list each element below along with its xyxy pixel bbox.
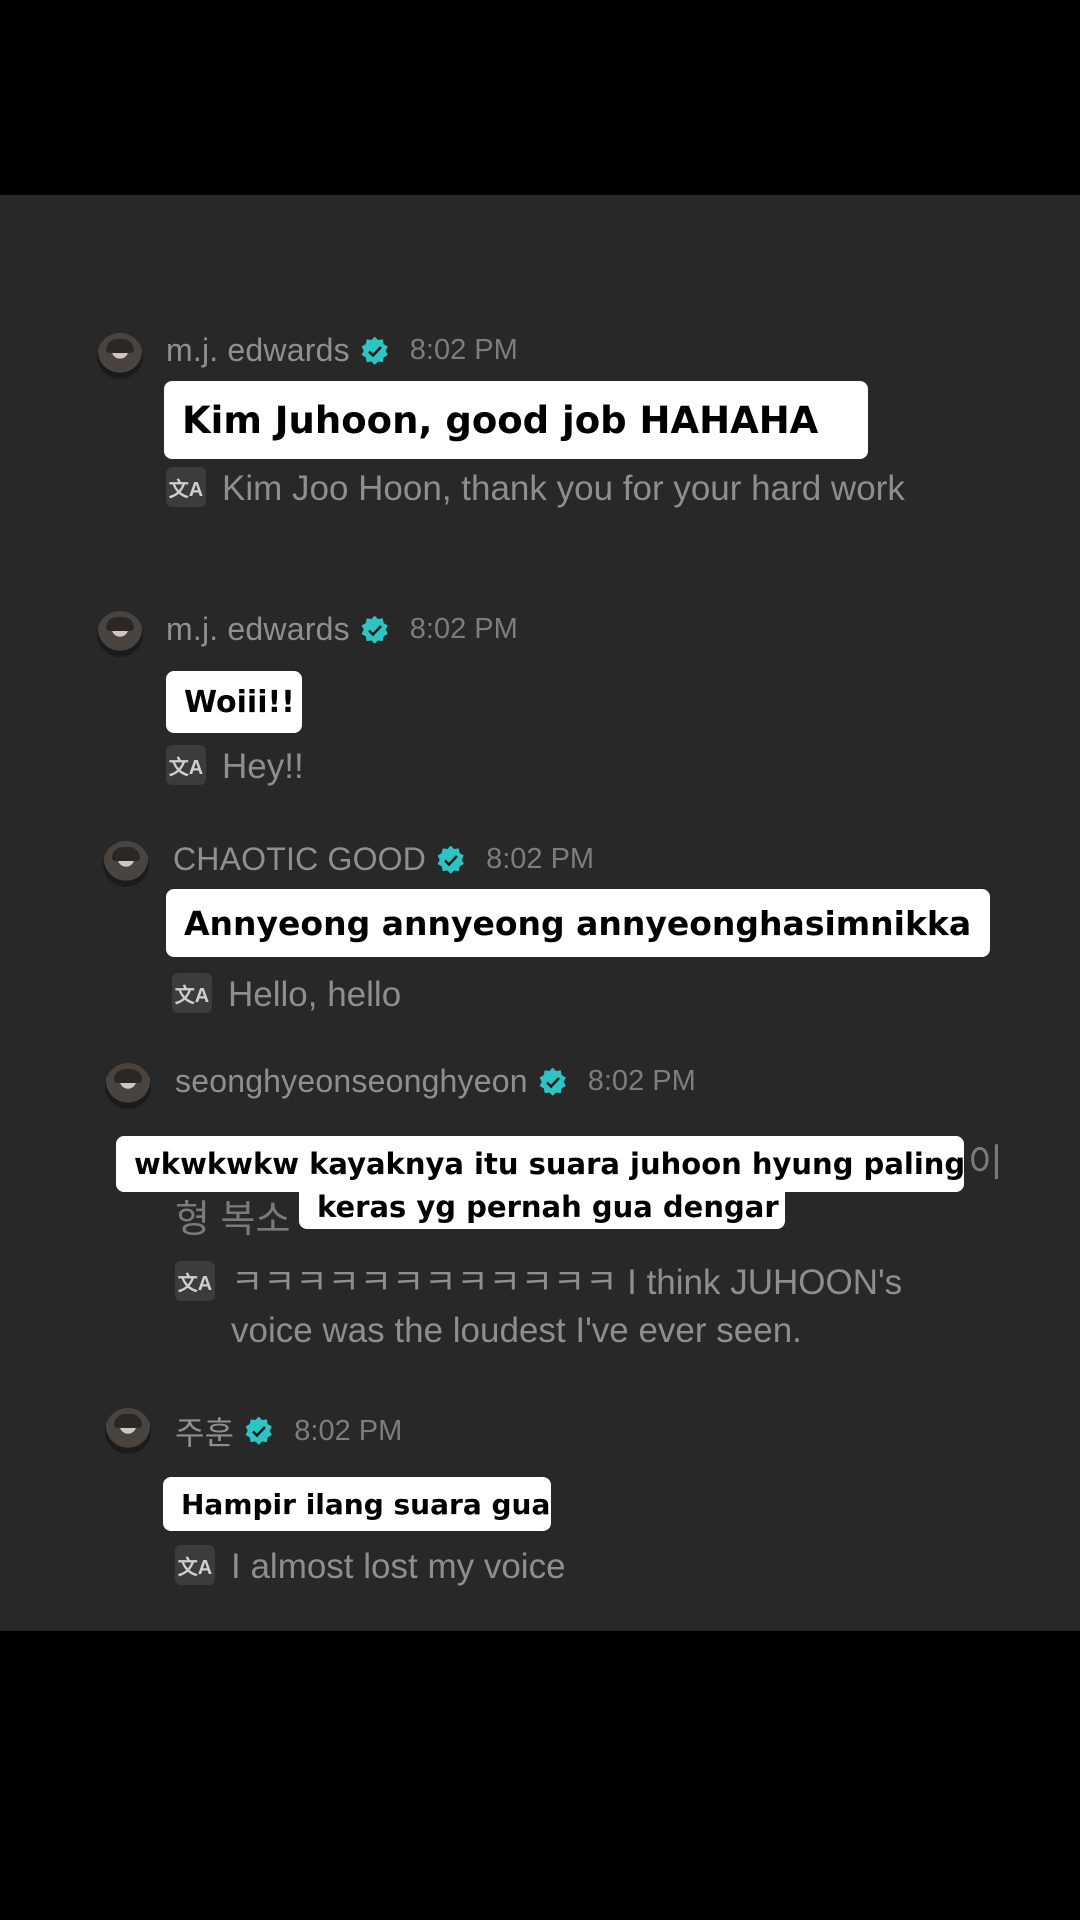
username[interactable]: 주훈 [175,1408,234,1454]
translated-text: ㅋㅋㅋㅋㅋㅋㅋㅋㅋㅋㅋㅋ I think JUHOON's voice was … [231,1263,903,1350]
avatar[interactable] [97,333,143,379]
translated-text: Hello, hello [228,975,402,1014]
subtitle-caption: Kim Juhoon, good job HAHAHA [164,381,868,459]
chat-screen: m.j. edwards 8:02 PM Kim Juhoon, good jo… [0,195,1080,1631]
timestamp: 8:02 PM [587,1065,696,1097]
username[interactable]: seonghyeonseonghyeon [175,1063,528,1100]
translate-icon[interactable]: 文A [175,1261,215,1301]
timestamp: 8:02 PM [294,1414,403,1447]
verified-badge-icon [436,845,466,875]
subtitle-caption: Annyeong annyeong annyeonghasimnikka [166,889,990,957]
verified-badge-icon [244,1416,274,1446]
verified-badge-icon [360,615,390,645]
timestamp: 8:02 PM [409,613,518,645]
translate-icon[interactable]: 文A [166,745,206,785]
username[interactable]: m.j. edwards [166,611,350,648]
translated-text: Hey!! [222,747,304,786]
avatar[interactable] [97,611,143,657]
original-comment-fragment: 이 [968,1143,1003,1185]
username[interactable]: CHAOTIC GOOD [173,841,426,878]
avatar[interactable] [103,841,149,887]
translated-text: Kim Joo Hoon, thank you for your hard wo… [222,469,905,508]
verified-badge-icon [538,1067,568,1097]
original-comment-fragment: 형 복소 [175,1199,291,1241]
timestamp: 8:02 PM [409,334,518,366]
verified-badge-icon [360,336,390,366]
avatar[interactable] [105,1408,151,1454]
translate-icon[interactable]: 文A [166,467,206,507]
avatar[interactable] [105,1063,151,1109]
subtitle-caption-line2: keras yg pernah gua dengar [299,1185,785,1229]
subtitle-caption-line1: wkwkwkw kayaknya itu suara juhoon hyung … [116,1136,965,1192]
subtitle-caption: Hampir ilang suara gua [163,1477,551,1531]
translate-icon[interactable]: 文A [175,1545,215,1585]
subtitle-caption: Woiii!! [166,671,302,733]
timestamp: 8:02 PM [486,843,595,875]
translate-icon[interactable]: 文A [172,973,212,1013]
translated-text: I almost lost my voice [231,1547,566,1586]
username[interactable]: m.j. edwards [166,332,350,369]
